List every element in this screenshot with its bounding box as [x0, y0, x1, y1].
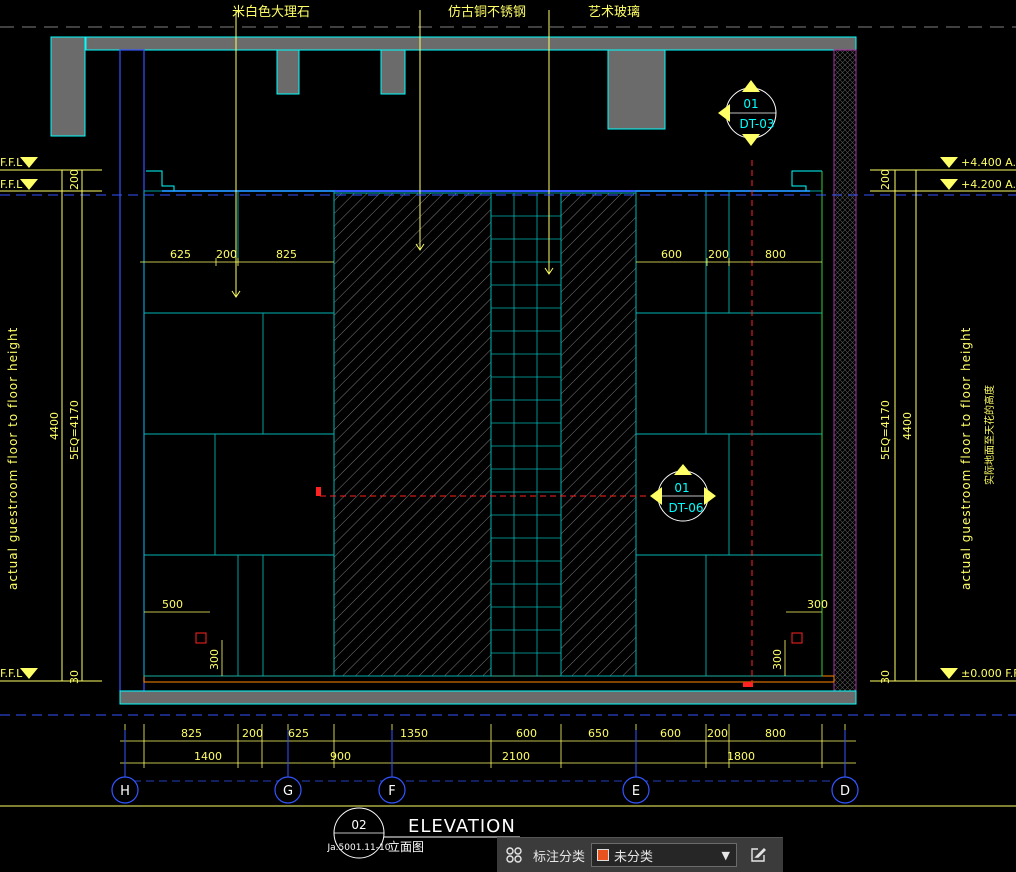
bottom-dim-2: 200: [242, 727, 263, 740]
red-tag-right: [791, 632, 803, 644]
hatched-panel-right: [560, 192, 637, 677]
left-level-1: F.F.L: [0, 156, 23, 169]
bottom-dim-5: 600: [516, 727, 537, 740]
annotation-category-select[interactable]: 未分类 ▼: [591, 843, 738, 867]
bottom-dim-3: 625: [288, 727, 309, 740]
bottom-dim-total-1: 1400: [194, 750, 222, 763]
top-dim-l3: 825: [276, 248, 297, 261]
right-small-dim-lines: [784, 611, 822, 676]
left-dim-total: 4400: [48, 412, 61, 440]
grid-label-e: E: [632, 784, 640, 799]
red-tag-left: [195, 632, 207, 644]
title-cn: 立面图: [388, 839, 424, 854]
frame-lines: [0, 26, 1016, 807]
callout-top: [718, 80, 777, 146]
left-dim-eq: 5EQ=4170: [68, 400, 81, 460]
soffit-2: [380, 49, 406, 95]
right-vertical-note-cn: 实际地面至天花的高度: [983, 385, 996, 485]
bottom-dim-9: 800: [765, 727, 786, 740]
grid-label-g: G: [283, 784, 293, 799]
left-beam: [50, 36, 86, 137]
top-dim-r3: 800: [765, 248, 786, 261]
bottom-dim-8: 200: [707, 727, 728, 740]
bottom-dim-total-2: 900: [330, 750, 351, 763]
ceiling-reveal-left: [146, 170, 175, 191]
floor-slab: [119, 690, 857, 705]
title-en: ELEVATION: [408, 816, 516, 837]
material-label-art-glass: 艺术玻璃: [588, 5, 640, 20]
right-level-1: +4.400 A.F.F.L: [961, 156, 1016, 169]
right-dim-bottom: 30: [879, 670, 892, 684]
right-level-triangles: [940, 157, 958, 679]
left-small-dim-w: 500: [162, 598, 183, 611]
callout-top-ref: DT-03: [739, 117, 774, 131]
callout-mid-ref: DT-06: [668, 501, 703, 515]
right-level-3: ±0.000 F.F.L: [961, 667, 1016, 680]
top-dim-l2: 200: [216, 248, 237, 261]
bottom-dim-6: 650: [588, 727, 609, 740]
red-marker-1: [316, 487, 321, 496]
left-dim-bottom: 30: [68, 670, 81, 684]
left-vertical-note: actual guestroom floor to floor height: [6, 327, 20, 590]
ceiling-slab: [85, 36, 857, 51]
title-num: 02: [351, 818, 366, 832]
category-color-swatch: [597, 849, 610, 861]
material-label-bronze-steel: 仿古铜不锈钢: [448, 5, 526, 20]
soffit-3: [607, 49, 666, 130]
grid-label-h: H: [120, 784, 130, 799]
edit-icon[interactable]: [745, 843, 771, 867]
soffit-1: [276, 49, 300, 95]
grid-label-f: F: [388, 784, 395, 799]
title-sheet: Ja.5001.11-10: [327, 843, 391, 853]
annotation-category-value: 未分类: [614, 849, 654, 865]
top-dim-r2: 200: [708, 248, 729, 261]
left-level-triangles: [20, 157, 38, 679]
art-glass-grid: [490, 192, 562, 677]
top-dim-l1: 625: [170, 248, 191, 261]
bottom-dim-7: 600: [660, 727, 681, 740]
right-level-2: +4.200 A.F.F.L: [961, 178, 1016, 191]
bottom-dim-4: 1350: [400, 727, 428, 740]
ceiling-reveal-right: [791, 170, 822, 191]
grid-label-d: D: [840, 784, 850, 799]
left-small-dim-h: 300: [208, 649, 221, 670]
art-glass-rows: [491, 215, 561, 654]
callout-mid-num: 01: [674, 481, 689, 495]
right-wall: [833, 49, 857, 692]
left-dim-top: 200: [68, 169, 81, 190]
annotation-grid-icon[interactable]: [503, 844, 525, 866]
right-dim-top: 200: [879, 169, 892, 190]
right-small-dim-w: 300: [807, 598, 828, 611]
hatched-panel-left: [333, 192, 492, 677]
left-level-3: F.F.L: [0, 667, 23, 680]
right-vertical-note: actual guestroom floor to floor height: [959, 327, 973, 590]
bottom-dim-1: 825: [181, 727, 202, 740]
left-column: [119, 49, 145, 692]
left-level-2: F.F.L: [0, 178, 23, 191]
right-dim-total: 4400: [901, 412, 914, 440]
material-label-marble: 米白色大理石: [232, 4, 310, 20]
chevron-down-icon: ▼: [721, 848, 731, 862]
right-small-dim-h: 300: [771, 649, 784, 670]
right-dim-eq: 5EQ=4170: [879, 400, 892, 460]
elevation-drawing: 米白色大理石 仿古铜不锈钢 艺术玻璃 625 200 825 600 200 8…: [0, 4, 1016, 859]
bottom-dim-total-4: 1800: [727, 750, 755, 763]
red-marker-2: [743, 682, 753, 687]
annotation-category-bar: 标注分类 未分类 ▼: [497, 837, 783, 872]
annotation-category-label: 标注分类: [533, 849, 586, 865]
callout-top-num: 01: [743, 97, 758, 111]
top-dim-r1: 600: [661, 248, 682, 261]
bottom-dim-total-3: 2100: [502, 750, 530, 763]
floor-finish: [143, 675, 835, 683]
